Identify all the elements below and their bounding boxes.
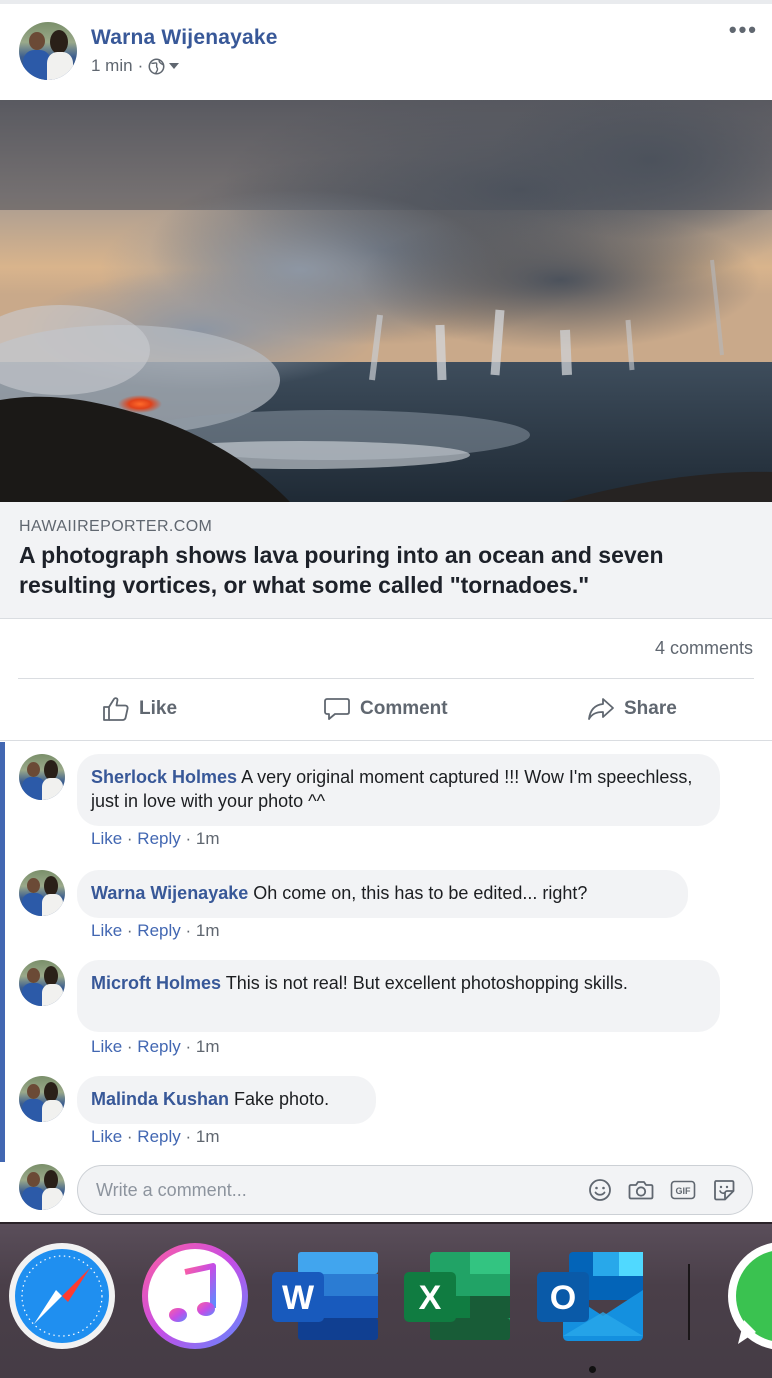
share-label: Share <box>624 698 677 719</box>
comment-input-placeholder: Write a comment... <box>96 1180 247 1200</box>
commenter-avatar[interactable] <box>19 1076 65 1122</box>
link-preview[interactable]: HAWAIIREPORTER.COM A photograph shows la… <box>0 502 772 619</box>
globe-icon[interactable] <box>148 58 165 75</box>
comment-input[interactable]: Write a comment... GIF <box>77 1165 753 1215</box>
outlook-icon-letter: O <box>550 1279 576 1317</box>
post-author-name[interactable]: Warna Wijenayake <box>91 26 278 50</box>
link-title[interactable]: A photograph shows lava pouring into an … <box>19 540 739 600</box>
commenter-avatar[interactable] <box>19 754 65 800</box>
comment-bubble: Microft Holmes This is not real! But exc… <box>77 960 720 1032</box>
comment-actions: Like · Reply · 1m <box>91 1037 220 1056</box>
comment-bubble: Sherlock Holmes A very original moment c… <box>77 754 720 826</box>
emoji-icon[interactable] <box>588 1178 612 1202</box>
comment-author[interactable]: Microft Holmes <box>91 973 221 993</box>
speech-bubble-icon <box>324 698 350 720</box>
excel-app-icon[interactable]: X <box>402 1240 514 1352</box>
comment-author[interactable]: Sherlock Holmes <box>91 767 237 787</box>
like-button[interactable]: Like <box>102 692 177 726</box>
comment-like-link[interactable]: Like <box>91 921 122 940</box>
word-icon-letter: W <box>282 1279 315 1317</box>
comment-time[interactable]: 1m <box>196 1127 220 1146</box>
link-domain: HAWAIIREPORTER.COM <box>19 518 213 535</box>
comments-divider <box>0 740 772 741</box>
commenter-avatar[interactable] <box>19 960 65 1006</box>
outlook-app-icon[interactable]: O <box>535 1240 647 1352</box>
word-app-icon[interactable]: W <box>270 1240 382 1352</box>
comment-bubble: Warna Wijenayake Oh come on, this has to… <box>77 870 688 918</box>
gif-icon-label: GIF <box>676 1186 692 1196</box>
whatsapp-app-icon[interactable] <box>726 1240 772 1352</box>
audience-chevron-down-icon[interactable] <box>168 60 180 72</box>
lava-ocean-image <box>0 100 772 502</box>
comment-reply-link[interactable]: Reply <box>137 921 180 940</box>
comment-author[interactable]: Malinda Kushan <box>91 1089 229 1109</box>
comments-accent-bar <box>0 742 5 1162</box>
comment-time[interactable]: 1m <box>196 921 220 940</box>
itunes-app-icon[interactable] <box>139 1240 251 1352</box>
outlook-running-indicator <box>589 1366 596 1373</box>
post-top-border <box>0 0 772 4</box>
excel-icon-letter: X <box>419 1279 442 1317</box>
comment-author[interactable]: Warna Wijenayake <box>91 883 248 903</box>
comment-reply-link[interactable]: Reply <box>137 829 180 848</box>
safari-app-icon[interactable] <box>6 1240 118 1352</box>
comment-bubble: Malinda Kushan Fake photo. <box>77 1076 376 1124</box>
composer-avatar[interactable] <box>19 1164 65 1210</box>
comment-actions: Like · Reply · 1m <box>91 1127 220 1146</box>
post-card: Warna Wijenayake 1 min · ••• HAWAIIREPOR… <box>0 0 772 1222</box>
comment-like-link[interactable]: Like <box>91 1127 122 1146</box>
actions-divider <box>18 678 754 679</box>
gif-icon[interactable]: GIF <box>670 1178 696 1202</box>
comment-actions: Like · Reply · 1m <box>91 921 220 940</box>
composer-icons: GIF <box>588 1178 736 1202</box>
comment-reply-link[interactable]: Reply <box>137 1127 180 1146</box>
comment-text: Oh come on, this has to be edited... rig… <box>248 883 588 903</box>
meta-separator: · <box>137 56 144 75</box>
post-meta: 1 min · <box>91 56 180 76</box>
macos-dock: W X O <box>0 1222 772 1378</box>
more-options-icon[interactable]: ••• <box>729 19 758 41</box>
comments-count[interactable]: 4 comments <box>655 638 753 659</box>
comment-reply-link[interactable]: Reply <box>137 1037 180 1056</box>
comment-like-link[interactable]: Like <box>91 829 122 848</box>
dock-separator <box>688 1264 690 1340</box>
comments-section: Sherlock Holmes A very original moment c… <box>0 742 772 1222</box>
thumbs-up-icon <box>103 697 129 721</box>
comment-label: Comment <box>360 698 448 719</box>
share-arrow-icon <box>588 698 614 720</box>
camera-icon[interactable] <box>628 1178 654 1202</box>
like-label: Like <box>139 698 178 719</box>
comment-time[interactable]: 1m <box>196 829 220 848</box>
comment-text: This is not real! But excellent photosho… <box>221 973 628 993</box>
author-avatar[interactable] <box>19 22 77 80</box>
share-button[interactable]: Share <box>587 692 677 726</box>
commenter-avatar[interactable] <box>19 870 65 916</box>
post-time[interactable]: 1 min <box>91 56 133 76</box>
comment-text: Fake photo. <box>229 1089 330 1109</box>
comment-actions: Like · Reply · 1m <box>91 829 220 848</box>
comment-like-link[interactable]: Like <box>91 1037 122 1056</box>
post-photo[interactable] <box>0 100 772 502</box>
comment-button[interactable]: Comment <box>323 692 448 726</box>
sticker-icon[interactable] <box>712 1178 736 1202</box>
comment-time[interactable]: 1m <box>196 1037 220 1056</box>
